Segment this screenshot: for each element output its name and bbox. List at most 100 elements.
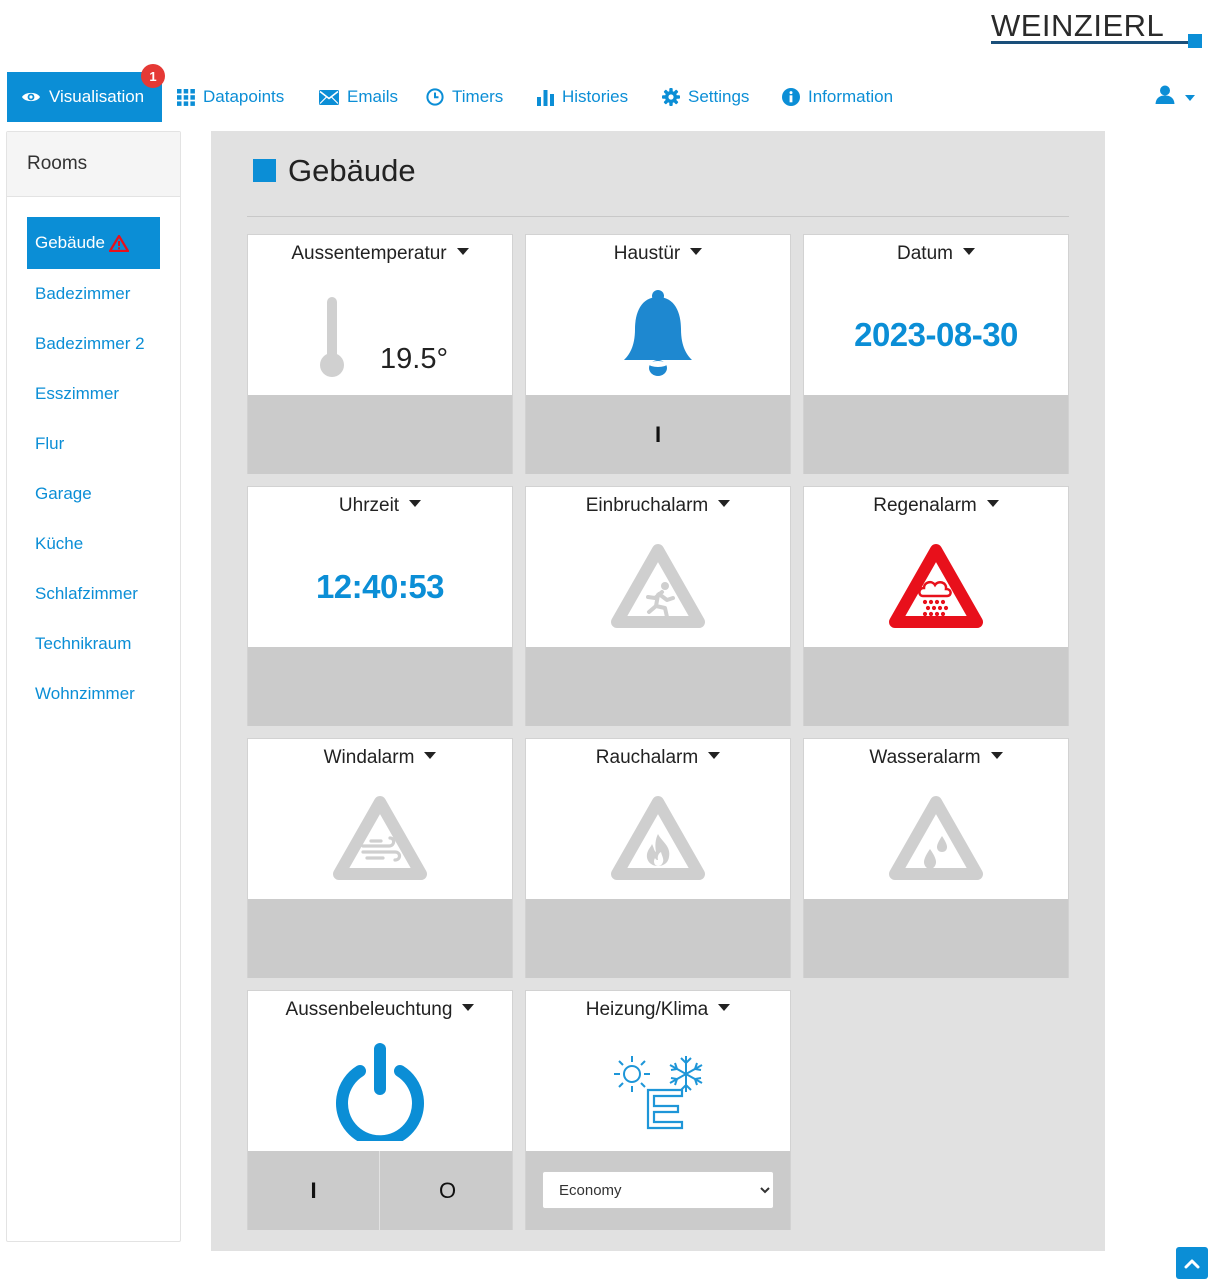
tile-footer bbox=[248, 647, 512, 726]
rain-alarm-icon bbox=[889, 544, 983, 628]
tile-header[interactable]: Haustür bbox=[526, 243, 790, 265]
room-esszimmer[interactable]: Esszimmer bbox=[27, 368, 160, 420]
tile-header[interactable]: Heizung/Klima bbox=[526, 999, 790, 1021]
tile-header[interactable]: Datum bbox=[804, 243, 1068, 265]
room-flur[interactable]: Flur bbox=[27, 418, 160, 470]
nav-histories[interactable]: Histories bbox=[537, 72, 628, 122]
tile-body bbox=[248, 1031, 512, 1151]
tile-header[interactable]: Aussenbeleuchtung bbox=[248, 999, 512, 1021]
nav-settings[interactable]: Settings bbox=[662, 72, 749, 122]
tile-footer bbox=[804, 647, 1068, 726]
nav-visualisation-label: Visualisation bbox=[49, 87, 145, 106]
tile-body bbox=[804, 527, 1068, 647]
tile-footer: Economy bbox=[526, 1151, 790, 1230]
tile-title: Haustür bbox=[613, 243, 681, 264]
caret-down-icon bbox=[990, 752, 1003, 759]
tile-uhrzeit: Uhrzeit 12:40:53 bbox=[247, 486, 513, 726]
logo-square bbox=[1188, 34, 1202, 48]
tile-body bbox=[526, 275, 790, 395]
room-badezimmer-2[interactable]: Badezimmer 2 bbox=[27, 318, 160, 370]
user-menu[interactable] bbox=[1155, 72, 1195, 122]
nav-datapoints[interactable]: Datapoints bbox=[177, 72, 284, 122]
room-wohnzimmer[interactable]: Wohnzimmer bbox=[27, 668, 160, 720]
room-panel: Gebäude Aussentemperatur 19.5° Haustür I… bbox=[211, 131, 1105, 1251]
title-square-icon bbox=[253, 159, 276, 182]
tile-header[interactable]: Regenalarm bbox=[804, 495, 1068, 517]
tile-rauchalarm: Rauchalarm bbox=[525, 738, 791, 978]
main-navigation: Visualisation 1 Datapoints Emails Timers… bbox=[0, 64, 1211, 124]
nav-emails-label: Emails bbox=[347, 87, 399, 106]
room-gebaeude[interactable]: Gebäude bbox=[27, 217, 160, 269]
tile-wasseralarm: Wasseralarm bbox=[803, 738, 1069, 978]
title-divider bbox=[247, 216, 1069, 217]
caret-down-icon bbox=[462, 1004, 475, 1011]
bell-icon bbox=[624, 290, 692, 376]
nav-information-label: Information bbox=[808, 87, 894, 106]
room-label: Wohnzimmer bbox=[35, 684, 135, 703]
tile-footer bbox=[526, 899, 790, 978]
tile-title: Uhrzeit bbox=[338, 495, 400, 516]
caret-down-icon bbox=[962, 248, 975, 255]
water-alarm-icon bbox=[889, 796, 983, 880]
tile-heizung-klima: Heizung/Klima Economy bbox=[525, 990, 791, 1230]
tile-body bbox=[526, 779, 790, 899]
tile-title: Wasseralarm bbox=[869, 747, 981, 768]
tile-header[interactable]: Rauchalarm bbox=[526, 747, 790, 769]
date-value: 2023-08-30 bbox=[854, 316, 1018, 353]
tile-windalarm: Windalarm bbox=[247, 738, 513, 978]
clock-icon bbox=[426, 88, 444, 106]
caret-down-icon bbox=[708, 752, 721, 759]
tile-header[interactable]: Wasseralarm bbox=[804, 747, 1068, 769]
tile-aussentemperatur: Aussentemperatur 19.5° bbox=[247, 234, 513, 474]
notification-badge: 1 bbox=[141, 64, 165, 88]
nav-visualisation[interactable]: Visualisation bbox=[7, 72, 162, 122]
tile-header[interactable]: Uhrzeit bbox=[248, 495, 512, 517]
logo-underline bbox=[991, 41, 1191, 44]
caret-down-icon bbox=[718, 500, 731, 507]
room-label: Küche bbox=[35, 534, 84, 553]
tile-body bbox=[248, 779, 512, 899]
tile-body: 12:40:53 bbox=[248, 527, 512, 647]
tile-title: Datum bbox=[897, 243, 953, 264]
tile-einbruchalarm: Einbruchalarm bbox=[525, 486, 791, 726]
tile-footer bbox=[248, 395, 512, 474]
nav-histories-label: Histories bbox=[562, 87, 629, 106]
hvac-mode-select[interactable]: Economy bbox=[542, 1171, 774, 1209]
room-technikraum[interactable]: Technikraum bbox=[27, 618, 160, 670]
doorbell-state-button[interactable]: I bbox=[526, 395, 790, 474]
tile-header[interactable]: Aussentemperatur bbox=[248, 243, 512, 265]
nav-information[interactable]: Information bbox=[782, 72, 893, 122]
nav-timers[interactable]: Timers bbox=[426, 72, 503, 122]
gear-icon bbox=[662, 88, 680, 106]
room-label: Technikraum bbox=[35, 634, 132, 653]
tile-body bbox=[526, 527, 790, 647]
room-badezimmer[interactable]: Badezimmer bbox=[27, 268, 160, 320]
tile-title: Einbruchalarm bbox=[585, 495, 709, 516]
room-garage[interactable]: Garage bbox=[27, 468, 160, 520]
tile-title: Regenalarm bbox=[873, 495, 977, 516]
room-schlafzimmer[interactable]: Schlafzimmer bbox=[27, 568, 160, 620]
tile-title: Aussenbeleuchtung bbox=[285, 999, 453, 1020]
tile-body bbox=[526, 1031, 790, 1151]
rooms-sidebar: Rooms Gebäude Badezimmer Badezimmer 2 Es… bbox=[6, 131, 181, 1242]
warning-icon bbox=[108, 234, 129, 252]
room-label: Gebäude bbox=[35, 233, 105, 252]
intrusion-alarm-icon bbox=[611, 544, 705, 628]
power-icon bbox=[336, 1043, 424, 1141]
tile-header[interactable]: Windalarm bbox=[248, 747, 512, 769]
room-kueche[interactable]: Küche bbox=[27, 518, 160, 570]
time-value: 12:40:53 bbox=[315, 568, 445, 605]
user-icon bbox=[1155, 85, 1175, 109]
tile-title: Windalarm bbox=[323, 747, 415, 768]
light-on-button[interactable]: I bbox=[248, 1151, 380, 1230]
nav-timers-label: Timers bbox=[452, 87, 504, 106]
tile-aussenbeleuchtung: Aussenbeleuchtung I O bbox=[247, 990, 513, 1230]
scroll-to-top-button[interactable] bbox=[1176, 1247, 1208, 1279]
tile-footer: I O bbox=[248, 1151, 512, 1230]
bar-chart-icon bbox=[537, 89, 554, 106]
nav-emails[interactable]: Emails bbox=[319, 72, 398, 122]
light-off-button[interactable]: O bbox=[381, 1151, 514, 1230]
tile-footer: I bbox=[526, 395, 790, 474]
tile-header[interactable]: Einbruchalarm bbox=[526, 495, 790, 517]
caret-down-icon bbox=[718, 1004, 731, 1011]
